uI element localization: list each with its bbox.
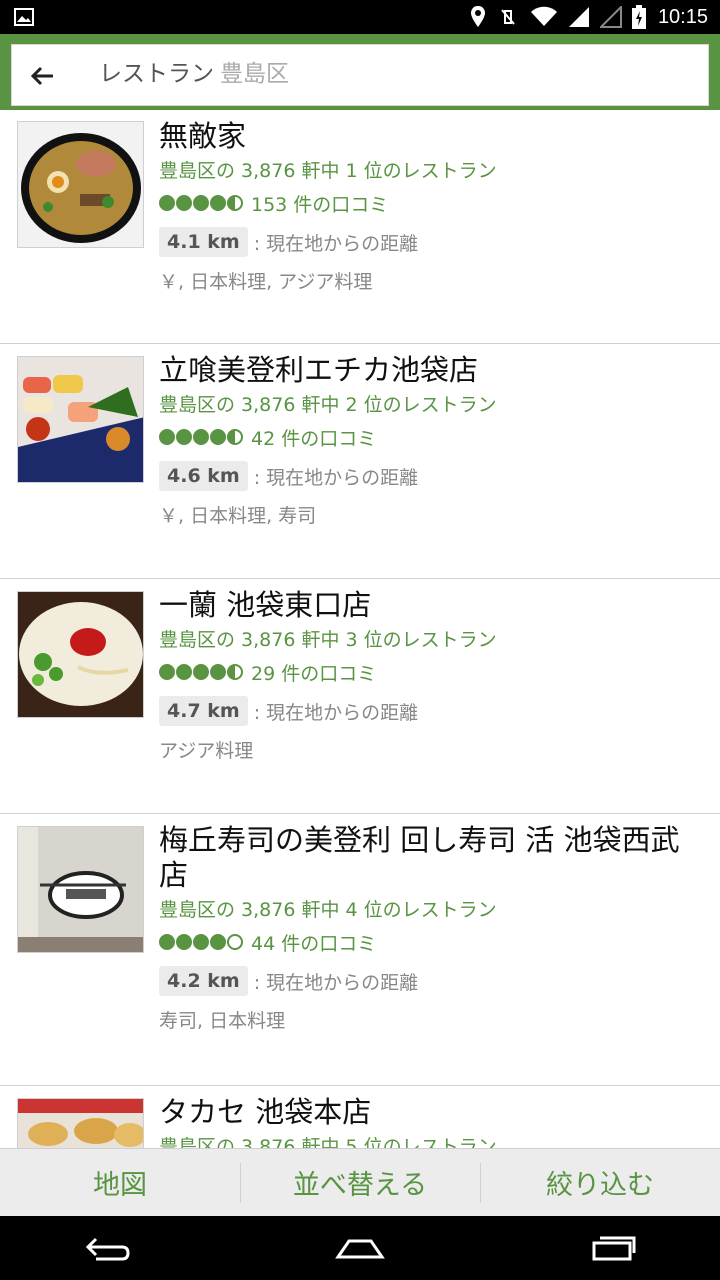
bubble-full-icon [210,195,226,211]
bubble-full-icon [193,664,209,680]
bubble-full-icon [193,195,209,211]
navigation-bar [0,1216,720,1280]
search-header: レストラン 豊島区 [0,34,720,110]
distance-badge: 4.1 km [159,227,248,257]
image-icon [14,7,34,31]
distance-badge: 4.7 km [159,696,248,726]
restaurant-photo [17,826,144,953]
nav-back-icon[interactable] [46,1216,166,1280]
rating-bubbles [159,429,243,445]
restaurant-photo [17,591,144,718]
sort-button[interactable]: 並べ替える [240,1149,480,1216]
restaurant-rank: 豊島区の 3,876 軒中 4 位のレストラン [159,899,497,921]
review-count[interactable]: 29 件の口コミ [251,659,376,686]
bubble-full-icon [210,934,226,950]
bubble-full-icon [159,195,175,211]
list-item[interactable]: 無敵家 豊島区の 3,876 軒中 1 位のレストラン 153 件の口コミ 4.… [0,110,720,344]
cuisine-tags: ￥, 日本料理, アジア料理 [159,271,373,293]
status-bar: 10:15 [0,0,720,34]
distance-badge: 4.2 km [159,966,248,996]
distance-row: 4.6 km : 現在地からの距離 [159,459,690,493]
restaurant-list[interactable]: 無敵家 豊島区の 3,876 軒中 1 位のレストラン 153 件の口コミ 4.… [0,110,720,1148]
filter-button[interactable]: 絞り込む [480,1149,720,1216]
rating-row: 42 件の口コミ [159,424,690,451]
bubble-full-icon [176,934,192,950]
signal-icon [568,7,589,27]
bubble-full-icon [210,664,226,680]
rating-bubbles [159,664,243,680]
rating-row: 153 件の口コミ [159,190,690,217]
bubble-full-icon [159,664,175,680]
restaurant-rank: 豊島区の 3,876 軒中 1 位のレストラン [159,160,497,182]
search-query-text: レストラン [99,61,214,87]
mute-icon [501,9,515,25]
list-item[interactable]: 一蘭 池袋東口店 豊島区の 3,876 軒中 3 位のレストラン 29 件の口コ… [0,579,720,814]
restaurant-photo [17,356,144,483]
cuisine-tags: 寿司, 日本料理 [159,1010,286,1032]
bubble-full-icon [176,664,192,680]
rating-bubbles [159,195,243,211]
distance-badge: 4.6 km [159,461,248,491]
bubble-half-icon [227,429,243,445]
action-bar: 地図 並べ替える 絞り込む [0,1148,720,1216]
bubble-half-icon [227,664,243,680]
review-count[interactable]: 153 件の口コミ [251,190,388,217]
list-item[interactable]: タカセ 池袋本店 豊島区の 3,876 軒中 5 位のレストラン [0,1086,720,1148]
cuisine-tags: ￥, 日本料理, 寿司 [159,505,317,527]
search-query[interactable]: レストラン 豊島区 [99,58,289,90]
search-location-text: 豊島区 [220,61,289,87]
search-box[interactable]: レストラン 豊島区 [11,44,709,106]
restaurant-name[interactable]: 一蘭 池袋東口店 [159,588,690,623]
restaurant-name[interactable]: 立喰美登利エチカ池袋店 [159,353,690,388]
map-button[interactable]: 地図 [0,1149,240,1216]
restaurant-name[interactable]: 無敵家 [159,119,690,154]
bubble-empty-icon [227,934,243,950]
status-time: 10:15 [657,5,708,28]
cuisine-tags: アジア料理 [159,740,254,762]
back-arrow-icon[interactable] [26,59,60,93]
distance-label: : 現在地からの距離 [253,971,419,994]
review-count[interactable]: 42 件の口コミ [251,424,376,451]
rating-bubbles [159,934,243,950]
signal-empty-icon [599,6,622,28]
restaurant-photo [17,121,144,248]
bubble-full-icon [193,429,209,445]
wifi-icon [530,6,557,26]
bubble-full-icon [176,429,192,445]
nav-recents-icon[interactable] [554,1216,674,1280]
rating-row: 29 件の口コミ [159,659,690,686]
bubble-full-icon [210,429,226,445]
bubble-full-icon [159,429,175,445]
bubble-full-icon [159,934,175,950]
nav-home-icon[interactable] [300,1216,420,1280]
list-item[interactable]: 立喰美登利エチカ池袋店 豊島区の 3,876 軒中 2 位のレストラン 42 件… [0,344,720,579]
list-item[interactable]: 梅丘寿司の美登利 回し寿司 活 池袋西武店 豊島区の 3,876 軒中 4 位の… [0,814,720,1086]
bubble-half-icon [227,195,243,211]
distance-row: 4.2 km : 現在地からの距離 [159,964,690,998]
bubble-full-icon [193,934,209,950]
distance-label: : 現在地からの距離 [253,701,419,724]
distance-label: : 現在地からの距離 [253,232,419,255]
distance-row: 4.1 km : 現在地からの距離 [159,225,690,259]
restaurant-photo [17,1098,144,1148]
restaurant-rank: 豊島区の 3,876 軒中 3 位のレストラン [159,629,497,651]
distance-row: 4.7 km : 現在地からの距離 [159,694,690,728]
location-icon [470,6,485,27]
review-count[interactable]: 44 件の口コミ [251,929,376,956]
battery-icon [631,5,646,29]
rating-row: 44 件の口コミ [159,929,690,956]
restaurant-name[interactable]: タカセ 池袋本店 [159,1095,690,1130]
restaurant-name[interactable]: 梅丘寿司の美登利 回し寿司 活 池袋西武店 [159,823,690,893]
bubble-full-icon [176,195,192,211]
restaurant-rank: 豊島区の 3,876 軒中 2 位のレストラン [159,394,497,416]
distance-label: : 現在地からの距離 [253,466,419,489]
restaurant-rank: 豊島区の 3,876 軒中 5 位のレストラン [159,1136,497,1148]
